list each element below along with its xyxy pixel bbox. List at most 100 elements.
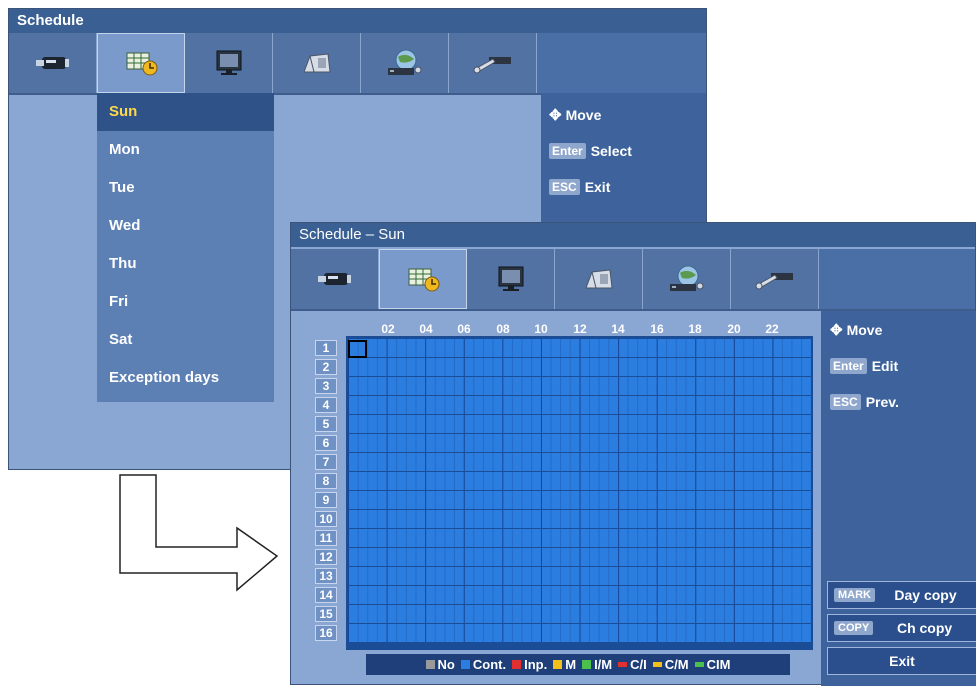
channel-button-10[interactable]: 10 [315, 511, 337, 527]
tab-record[interactable] [555, 249, 643, 309]
schedule-grid-row[interactable] [348, 529, 811, 548]
help-select: Enter Select [541, 133, 706, 169]
schedule-grid-row[interactable] [348, 396, 811, 415]
schedule-grid-row[interactable] [348, 624, 811, 643]
tab-tools[interactable] [449, 33, 537, 93]
tab-bar [291, 249, 975, 311]
schedule-grid-row[interactable] [348, 510, 811, 529]
schedule-grid-row[interactable] [348, 567, 811, 586]
channel-button-3[interactable]: 3 [315, 378, 337, 394]
legend-swatch [582, 660, 592, 669]
legend-swatch [553, 660, 563, 669]
esc-key-icon: ESC [549, 179, 580, 195]
schedule-grid-row[interactable] [348, 491, 811, 510]
hour-label: 16 [650, 322, 664, 336]
help-edit-label: Edit [871, 358, 899, 374]
legend-label: Inp. [524, 657, 548, 672]
day-item-exception-days[interactable]: Exception days [97, 359, 274, 397]
schedule-grid-row[interactable] [348, 472, 811, 491]
tab-schedule[interactable] [97, 33, 185, 93]
help-exit-label: Exit [584, 179, 611, 195]
hour-label: 06 [457, 322, 471, 336]
legend-label: Cont. [472, 657, 507, 672]
legend-item-m: M [553, 657, 576, 672]
day-list: Sun Mon Tue Wed Thu Fri Sat Exception da… [97, 93, 274, 402]
day-item-sun[interactable]: Sun [97, 93, 274, 131]
schedule-grid-row[interactable] [348, 605, 811, 624]
day-item-thu[interactable]: Thu [97, 245, 274, 283]
channel-button-7[interactable]: 7 [315, 454, 337, 470]
day-item-mon[interactable]: Mon [97, 131, 274, 169]
hour-label: 12 [573, 322, 587, 336]
legend-label: CIM [706, 657, 731, 672]
schedule-grid-row[interactable] [348, 586, 811, 605]
hour-label: 08 [496, 322, 510, 336]
legend-item-inp: Inp. [512, 657, 547, 672]
tab-network[interactable] [361, 33, 449, 93]
channel-button-13[interactable]: 13 [315, 568, 337, 584]
day-item-tue[interactable]: Tue [97, 169, 274, 207]
schedule-grid-row[interactable] [348, 453, 811, 472]
schedule-grid-row[interactable] [348, 358, 811, 377]
day-copy-button[interactable]: MARK Day copy [827, 581, 976, 609]
tab-display[interactable] [185, 33, 273, 93]
network-icon [666, 264, 708, 294]
monitor-icon [494, 265, 528, 293]
channel-button-12[interactable]: 12 [315, 549, 337, 565]
tab-network[interactable] [643, 249, 731, 309]
schedule-grid-row[interactable] [348, 339, 811, 358]
day-item-fri[interactable]: Fri [97, 283, 274, 321]
channel-button-6[interactable]: 6 [315, 435, 337, 451]
mark-key-icon: MARK [834, 588, 875, 602]
tab-schedule[interactable] [379, 249, 467, 309]
channel-button-5[interactable]: 5 [315, 416, 337, 432]
legend-swatch [512, 660, 522, 669]
enter-key-icon: Enter [830, 358, 867, 374]
move-arrows-icon: ✥ [830, 322, 843, 339]
channel-button-15[interactable]: 15 [315, 606, 337, 622]
legend-item-cont: Cont. [460, 657, 507, 672]
channel-button-4[interactable]: 4 [315, 397, 337, 413]
channel-button-1[interactable]: 1 [315, 340, 337, 356]
grid-cursor[interactable] [348, 340, 367, 358]
ch-copy-button[interactable]: COPY Ch copy [827, 614, 976, 642]
channel-button-9[interactable]: 9 [315, 492, 337, 508]
help-move-label: Move [565, 107, 602, 123]
exit-button[interactable]: Exit [827, 647, 976, 675]
schedule-grid-row[interactable] [348, 377, 811, 396]
legend-item-no: No [425, 657, 455, 672]
tab-camera[interactable] [9, 33, 97, 93]
schedule-grid-row[interactable] [348, 434, 811, 453]
tab-tools[interactable] [731, 249, 819, 309]
window-title: Schedule [9, 9, 706, 33]
legend-label: I/M [594, 657, 613, 672]
help-exit: ESC Exit [541, 169, 706, 205]
camera-icon [34, 52, 72, 74]
enter-key-icon: Enter [549, 143, 586, 159]
legend-item-im: I/M [582, 657, 612, 672]
help-move: ✥ Move [541, 97, 706, 133]
help-move: ✥ Move [822, 312, 976, 348]
transition-arrow-icon [119, 474, 279, 592]
legend-label: M [565, 657, 577, 672]
legend-item-cim: CIM [694, 657, 731, 672]
day-item-wed[interactable]: Wed [97, 207, 274, 245]
channel-button-11[interactable]: 11 [315, 530, 337, 546]
channel-button-16[interactable]: 16 [315, 625, 337, 641]
legend-swatch [694, 662, 704, 667]
help-move-label: Move [846, 322, 883, 338]
tab-camera[interactable] [291, 249, 379, 309]
channel-button-14[interactable]: 14 [315, 587, 337, 603]
schedule-grid-row[interactable] [348, 415, 811, 434]
channel-button-2[interactable]: 2 [315, 359, 337, 375]
day-item-sat[interactable]: Sat [97, 321, 274, 359]
tab-display[interactable] [467, 249, 555, 309]
channel-button-8[interactable]: 8 [315, 473, 337, 489]
schedule-grid-row[interactable] [348, 548, 811, 567]
copy-key-icon: COPY [834, 621, 874, 635]
day-copy-label: Day copy [894, 587, 957, 603]
legend-swatch [618, 662, 628, 667]
tab-record[interactable] [273, 33, 361, 93]
sun-help: ✥ Move Enter Edit ESC Prev. [822, 312, 976, 420]
tab-bar-filler [537, 33, 706, 93]
